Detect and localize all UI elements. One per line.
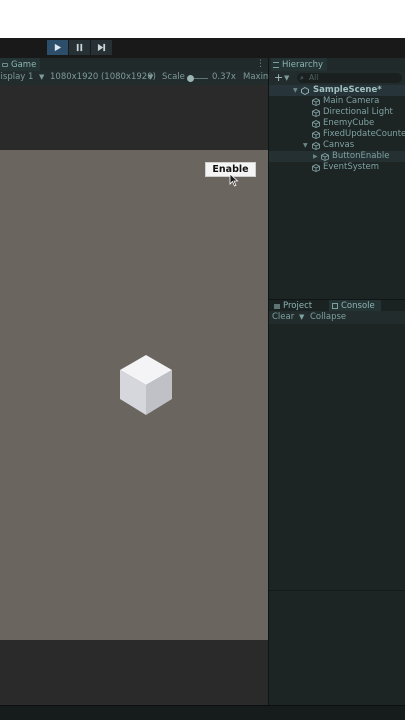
hierarchy-item-label: FixedUpdateCounter xyxy=(323,129,405,139)
search-placeholder: All xyxy=(309,73,319,82)
hierarchy-tab-bar: Hierarchy xyxy=(269,58,405,71)
list-item[interactable]: ▼ Canvas xyxy=(269,140,405,151)
tab-hierarchy-label: Hierarchy xyxy=(282,59,324,70)
list-item[interactable]: ▶ ButtonEnable xyxy=(269,151,405,162)
gameobject-cube-icon xyxy=(321,153,329,161)
chevron-down-icon: ▼ xyxy=(148,73,154,81)
hierarchy-item-label: EnemyCube xyxy=(323,118,375,128)
display-dropdown[interactable]: Display 1 xyxy=(0,72,33,82)
hierarchy-item-label: Main Camera xyxy=(323,96,380,106)
add-object-button[interactable]: + xyxy=(274,71,283,84)
gameobject-cube-icon xyxy=(312,120,320,128)
gameobject-cube-icon xyxy=(312,142,320,150)
gameobject-cube-icon xyxy=(312,164,320,172)
scale-label: Scale xyxy=(162,72,185,82)
scene-name: SampleScene* xyxy=(313,85,382,95)
clear-button[interactable]: Clear xyxy=(272,312,294,322)
editor-toolbar xyxy=(0,38,405,58)
hierarchy-search-input[interactable]: ⌕ All xyxy=(297,73,402,83)
list-item[interactable]: EventSystem xyxy=(269,162,405,173)
console-log-area xyxy=(269,324,405,705)
hierarchy-list: ▼ SampleScene* Main Camera Directional L… xyxy=(269,85,405,173)
hierarchy-item-label: Directional Light xyxy=(323,107,393,117)
pause-icon xyxy=(76,43,83,52)
list-item[interactable]: Main Camera xyxy=(269,96,405,107)
mouse-cursor-icon xyxy=(229,173,239,187)
gameobject-cube-icon xyxy=(312,98,320,106)
game-tab-bar: Game ⋮ xyxy=(0,58,268,71)
scale-slider-handle[interactable] xyxy=(187,75,194,82)
tab-game-label: Game xyxy=(11,59,37,70)
tab-console-label: Console xyxy=(341,301,375,311)
list-item[interactable]: EnemyCube xyxy=(269,118,405,129)
bottom-tab-bar: Project Console xyxy=(269,299,405,312)
gameobject-cube-icon xyxy=(312,131,320,139)
tab-project-label: Project xyxy=(283,301,313,311)
hierarchy-scene-row[interactable]: ▼ SampleScene* xyxy=(269,85,405,96)
search-icon: ⌕ xyxy=(300,74,304,82)
gameobject-cube-icon xyxy=(312,109,320,117)
play-button[interactable] xyxy=(47,40,68,55)
tab-hierarchy[interactable]: Hierarchy xyxy=(271,58,328,71)
unity-scene-icon xyxy=(301,87,309,95)
collapse-arrow-icon[interactable]: ▶ xyxy=(313,153,318,160)
console-icon xyxy=(332,303,338,309)
maximize-dropdown[interactable]: Maxim xyxy=(243,72,268,82)
pause-button[interactable] xyxy=(69,40,90,55)
list-item[interactable]: FixedUpdateCounter xyxy=(269,129,405,140)
game-view-controls: Display 1 ▼ 1080x1920 (1080x1920) ▼ Scal… xyxy=(0,71,268,85)
collapse-button[interactable]: Collapse xyxy=(310,312,346,322)
hierarchy-item-label: EventSystem xyxy=(323,162,380,172)
list-item[interactable]: Directional Light xyxy=(269,107,405,118)
chevron-down-icon: ▼ xyxy=(39,73,45,81)
step-icon xyxy=(97,43,106,52)
chevron-down-icon[interactable]: ▼ xyxy=(299,313,304,321)
enemy-cube-render xyxy=(120,355,172,415)
scale-value: 0.37x xyxy=(212,72,236,82)
hierarchy-toolbar: + ▼ ⌕ All xyxy=(269,71,405,85)
expand-arrow-icon[interactable]: ▼ xyxy=(303,142,308,149)
resolution-dropdown[interactable]: 1080x1920 (1080x1920) xyxy=(50,72,156,82)
right-panel: Hierarchy + ▼ ⌕ All ▼ SampleScene* Main … xyxy=(268,58,405,705)
step-button[interactable] xyxy=(91,40,112,55)
game-kebab-menu[interactable]: ⋮ xyxy=(256,59,265,69)
expand-arrow-icon: ▼ xyxy=(293,87,298,94)
hierarchy-item-label: ButtonEnable xyxy=(332,151,390,161)
folder-icon xyxy=(274,303,280,309)
game-controller-icon xyxy=(2,62,8,67)
chevron-down-icon: ▼ xyxy=(284,74,290,82)
status-bar xyxy=(0,705,405,720)
list-icon xyxy=(273,61,279,68)
play-icon xyxy=(54,43,62,52)
play-controls xyxy=(47,40,112,55)
hierarchy-item-label: Canvas xyxy=(323,140,355,150)
tab-game[interactable]: Game xyxy=(0,58,40,71)
console-toolbar: Clear ▼ Collapse xyxy=(269,311,405,324)
console-divider xyxy=(269,590,405,591)
top-white-bar xyxy=(0,0,405,38)
